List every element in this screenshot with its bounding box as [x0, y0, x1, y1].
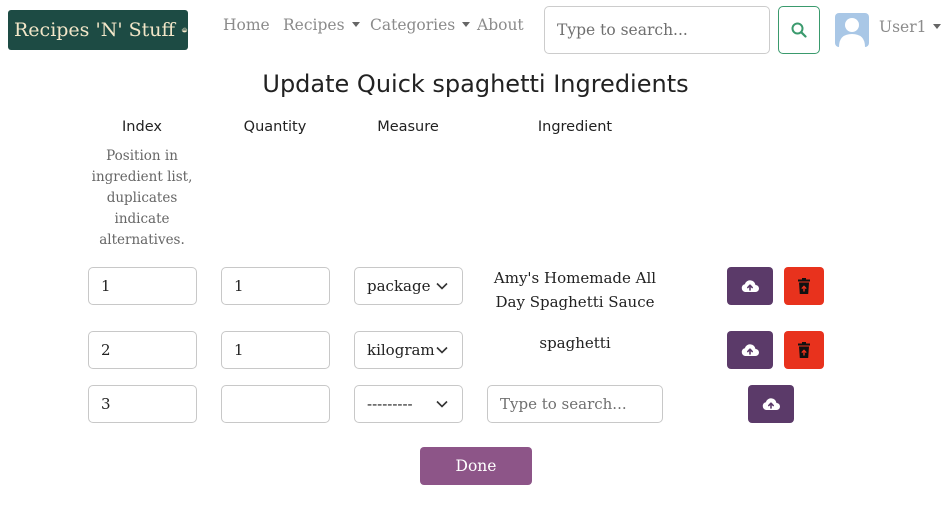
ingredient-search-input[interactable] [487, 385, 663, 423]
measure-select-value: kilogram [367, 341, 435, 359]
brand-logo[interactable]: Recipes 'N' Stuff [8, 10, 188, 50]
measure-select[interactable]: package [354, 267, 463, 305]
caret-down-icon [462, 21, 471, 27]
new-measure-select[interactable]: --------- [354, 385, 463, 423]
user-menu-dropdown[interactable]: User1 [879, 18, 942, 36]
quantity-column-header: Quantity [243, 119, 307, 135]
chevron-down-icon [436, 282, 448, 290]
ingredient-column-header: Ingredient [537, 119, 613, 135]
update-row-button[interactable] [727, 267, 773, 305]
trash-icon [798, 342, 810, 358]
ingredient-name: spaghetti [539, 334, 611, 352]
quantity-input[interactable] [221, 331, 330, 369]
new-index-input[interactable] [88, 385, 197, 423]
search-input[interactable] [544, 6, 770, 54]
bowl-icon [181, 27, 188, 33]
caret-down-icon [351, 21, 360, 27]
user-icon [839, 18, 865, 47]
index-input[interactable] [88, 331, 197, 369]
index-input[interactable] [88, 267, 197, 305]
cloud-upload-icon [741, 344, 759, 356]
nav-home[interactable]: Home [223, 16, 270, 34]
avatar[interactable] [835, 13, 869, 47]
measure-select-value: --------- [367, 395, 413, 413]
navbar: Recipes 'N' Stuff Home Recipes Categorie… [0, 0, 947, 60]
nav-recipes-dropdown[interactable]: Recipes [283, 16, 360, 34]
trash-icon [798, 278, 810, 294]
nav-recipes-label: Recipes [283, 16, 345, 34]
page-title: Update Quick spaghetti Ingredients [262, 70, 689, 98]
delete-row-button[interactable] [784, 331, 824, 369]
nav-about[interactable]: About [477, 16, 524, 34]
nav-categories-dropdown[interactable]: Categories [370, 16, 471, 34]
measure-select[interactable]: kilogram [354, 331, 463, 369]
chevron-down-icon [436, 346, 448, 354]
search-button[interactable] [778, 6, 820, 54]
quantity-input[interactable] [221, 267, 330, 305]
index-column-header: Index [122, 119, 162, 135]
add-row-button[interactable] [748, 385, 794, 423]
brand-name: Recipes 'N' Stuff [14, 19, 175, 41]
search-icon [791, 22, 807, 38]
chevron-down-icon [436, 400, 448, 408]
cloud-upload-icon [762, 398, 780, 410]
nav-categories-label: Categories [370, 16, 456, 34]
delete-row-button[interactable] [784, 267, 824, 305]
user-name: User1 [879, 18, 927, 36]
measure-select-value: package [367, 277, 431, 295]
done-button[interactable]: Done [420, 447, 532, 485]
measure-column-header: Measure [377, 119, 439, 135]
index-help-text: Position in ingredient list, duplicates … [91, 148, 193, 248]
new-quantity-input[interactable] [221, 385, 330, 423]
caret-down-icon [933, 23, 942, 29]
cloud-upload-icon [741, 280, 759, 292]
ingredient-name: Amy's Homemade All Day Spaghetti Sauce [493, 269, 657, 311]
update-row-button[interactable] [727, 331, 773, 369]
